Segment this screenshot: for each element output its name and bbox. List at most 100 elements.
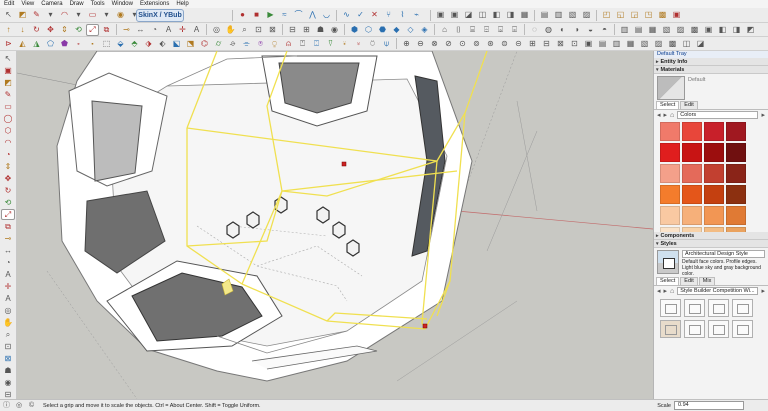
solid-icon[interactable]: ◆ [390,24,403,36]
select-icon[interactable]: ↖ [1,53,15,64]
tool-icon[interactable]: ⍞ [296,38,309,50]
textured-icon[interactable]: ◒ [584,24,597,36]
zoom-icon[interactable]: ⌕ [1,329,15,340]
tool-icon[interactable]: ⌮ [226,38,239,50]
style-option[interactable] [732,320,753,338]
layer-icon[interactable]: ▥ [618,24,631,36]
material-swatch[interactable] [704,185,724,204]
zoom-extents-icon[interactable]: ⊠ [266,24,279,36]
pencil-icon[interactable]: ✎ [30,9,43,21]
material-swatch[interactable] [660,122,680,141]
material-swatch[interactable] [704,227,724,232]
view-right-icon[interactable]: ⌹ [480,24,493,36]
offset-icon[interactable]: ⧉ [1,221,15,232]
eraser-icon[interactable]: ◩ [16,9,29,21]
style-description[interactable]: Default face colors. Profile edges. Ligh… [682,259,765,277]
back-arrow-icon[interactable]: ◂ [657,111,661,119]
tool-icon[interactable]: ⊖ [414,38,427,50]
push-pull-icon[interactable]: ⇕ [58,24,71,36]
protractor-icon[interactable]: ◔ [1,257,15,268]
layer-icon[interactable]: ▣ [702,24,715,36]
tool-icon[interactable]: ⊘ [442,38,455,50]
grid-icon[interactable]: ▤ [538,9,551,21]
eraser-icon[interactable]: ◩ [1,77,15,88]
material-swatch[interactable] [726,206,746,225]
zoom-icon[interactable]: ⌕ [238,24,251,36]
dimension-icon[interactable]: ↔ [134,24,147,36]
xray-icon[interactable]: ◌ [528,24,541,36]
tool-icon[interactable]: ▧ [638,38,651,50]
material-swatch[interactable] [682,143,702,162]
material-swatch[interactable] [682,164,702,183]
style-option[interactable] [708,299,729,317]
arrow-up-icon[interactable]: ↑ [2,24,15,36]
tool-icon[interactable]: ⬘ [128,38,141,50]
follow-me-icon[interactable]: ⟲ [1,197,15,208]
delete-icon[interactable]: ✕ [368,9,381,21]
home-icon[interactable]: ⌂ [670,288,674,295]
layer-icon[interactable]: ▤ [632,24,645,36]
solid-icon[interactable]: ◇ [404,24,417,36]
pencil-icon[interactable]: ✎ [1,89,15,100]
pan-icon[interactable]: ✋ [224,24,237,36]
style-option[interactable] [732,299,753,317]
drawing-viewport[interactable] [17,51,653,399]
tool-icon[interactable]: ⬗ [142,38,155,50]
dropdown-icon[interactable]: ▾ [44,9,57,21]
tool-icon[interactable]: ▨ [652,38,665,50]
tool-icon[interactable]: ⍟ [254,38,267,50]
menu-tools[interactable]: Tools [91,0,105,8]
section-icon[interactable]: ⊟ [286,24,299,36]
menu-extensions[interactable]: Extensions [140,0,169,8]
bezier-icon[interactable]: ⌇ [396,9,409,21]
scale-icon[interactable]: ⤢ [1,209,15,220]
tool-icon[interactable]: ⊕ [400,38,413,50]
texture-icon[interactable]: ▩ [656,9,669,21]
move-icon[interactable]: ✥ [1,173,15,184]
layer-icon[interactable]: ▧ [660,24,673,36]
3d-text-icon[interactable]: A [190,24,203,36]
tool-icon[interactable]: ⊗ [428,38,441,50]
cube-icon[interactable]: ▦ [518,9,531,21]
cube-icon[interactable]: ◫ [476,9,489,21]
orbit-icon[interactable]: ◎ [1,305,15,316]
forward-arrow-icon[interactable]: ▸ [664,111,668,119]
arrow-down-icon[interactable]: ↓ [16,24,29,36]
grid-icon[interactable]: ▨ [580,9,593,21]
pie-icon[interactable]: ◔ [1,149,15,160]
tool-icon[interactable]: ▣ [582,38,595,50]
move-icon[interactable]: ✥ [44,24,57,36]
play-icon[interactable]: ▶ [264,9,277,21]
layer-icon[interactable]: ▨ [674,24,687,36]
menu-window[interactable]: Window [112,0,133,8]
grid-icon[interactable]: ▧ [566,9,579,21]
home-icon[interactable]: ⌂ [670,112,674,119]
material-swatch[interactable] [726,143,746,162]
rotate-icon[interactable]: ↻ [1,185,15,196]
axes-icon[interactable]: ✛ [1,281,15,292]
arc-icon[interactable]: ◠ [1,137,15,148]
tool-icon[interactable]: ◭ [16,38,29,50]
tape-measure-icon[interactable]: ⊸ [120,24,133,36]
menu-draw[interactable]: Draw [70,0,84,8]
cube-icon[interactable]: ▣ [448,9,461,21]
styles-header[interactable]: ▾ Styles [654,240,768,248]
menu-camera[interactable]: Camera [41,0,62,8]
credits-icon[interactable]: © [29,402,39,410]
material-swatch[interactable] [726,185,746,204]
view-front-icon[interactable]: ⌸ [466,24,479,36]
tool-icon[interactable]: ⊙ [456,38,469,50]
cube-icon[interactable]: ▣ [434,9,447,21]
arc-curve-icon[interactable]: ◡ [320,9,333,21]
wireframe-icon[interactable]: ◍ [542,24,555,36]
materials-header[interactable]: ▾ Materials [654,66,768,74]
tool-icon[interactable]: ⬚ [100,38,113,50]
zoom-window-icon[interactable]: ⊡ [252,24,265,36]
dimension-icon[interactable]: ↔ [1,245,15,256]
walk-icon[interactable]: ☗ [314,24,327,36]
tool-icon[interactable]: ⬝ [86,38,99,50]
section-icon[interactable]: ⊞ [300,24,313,36]
material-swatch[interactable] [660,164,680,183]
tape-measure-icon[interactable]: ⊸ [1,233,15,244]
record-icon[interactable]: ● [236,9,249,21]
